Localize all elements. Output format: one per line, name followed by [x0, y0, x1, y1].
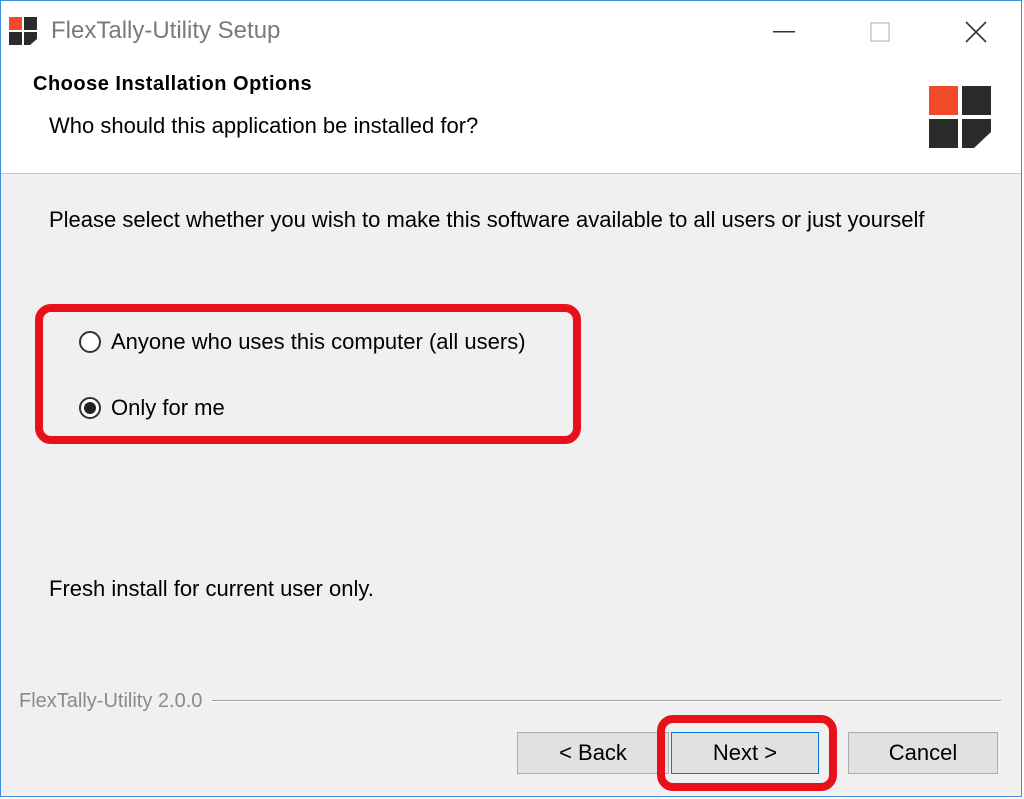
installer-window: FlexTally-Utility Setup Choose Installat…	[0, 0, 1022, 797]
radio-group-highlight	[35, 304, 581, 444]
radio-label-only-me: Only for me	[111, 395, 225, 420]
cancel-button[interactable]: Cancel	[848, 732, 998, 774]
page-subtitle: Who should this application be installed…	[49, 113, 479, 138]
title-bar: FlexTally-Utility Setup	[1, 1, 1021, 63]
status-text: Fresh install for current user only.	[49, 576, 374, 601]
close-icon	[965, 21, 987, 43]
instruction-text: Please select whether you wish to make t…	[49, 207, 925, 232]
radio-label-all-users: Anyone who uses this computer (all users…	[111, 329, 526, 354]
back-button[interactable]: < Back	[517, 732, 669, 774]
radio-dot-icon	[84, 402, 96, 414]
radio-all-users[interactable]: Anyone who uses this computer (all users…	[79, 329, 526, 355]
divider	[212, 700, 1001, 702]
page-header: Choose Installation Options Who should t…	[1, 63, 1021, 174]
page-title: Choose Installation Options	[33, 73, 313, 95]
next-button-highlight	[657, 715, 837, 791]
radio-button-selected[interactable]	[79, 397, 101, 419]
radio-button-unselected[interactable]	[79, 331, 101, 353]
product-logo-icon	[929, 86, 991, 148]
version-row: FlexTally-Utility 2.0.0	[19, 689, 1001, 713]
window-title: FlexTally-Utility Setup	[51, 17, 281, 44]
app-logo-icon	[9, 17, 37, 45]
minimize-button[interactable]	[735, 1, 833, 63]
version-label: FlexTally-Utility 2.0.0	[19, 689, 203, 712]
maximize-icon	[870, 22, 890, 42]
maximize-button[interactable]	[831, 1, 929, 63]
radio-only-me[interactable]: Only for me	[79, 395, 225, 421]
close-button[interactable]	[927, 1, 1021, 63]
minimize-icon	[773, 31, 795, 33]
